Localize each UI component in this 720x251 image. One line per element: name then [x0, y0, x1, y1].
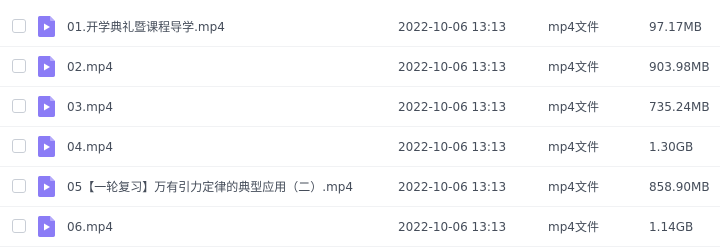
file-row[interactable]: 06.mp4 2022-10-06 13:13 mp4文件 1.14GB — [0, 207, 720, 247]
video-file-icon — [38, 16, 55, 37]
file-type: mp4文件 — [548, 180, 599, 194]
file-name[interactable]: 05【一轮复习】万有引力定律的典型应用（二）.mp4 — [67, 167, 387, 207]
video-file-icon — [38, 136, 55, 157]
file-size: 903.98MB — [649, 60, 710, 74]
file-type: mp4文件 — [548, 60, 599, 74]
file-modified-date: 2022-10-06 13:13 — [398, 140, 507, 154]
file-row[interactable]: 01.开学典礼暨课程导学.mp4 2022-10-06 13:13 mp4文件 … — [0, 7, 720, 47]
file-size: 97.17MB — [649, 20, 702, 34]
file-name[interactable]: 06.mp4 — [67, 207, 387, 247]
file-row[interactable]: 03.mp4 2022-10-06 13:13 mp4文件 735.24MB — [0, 87, 720, 127]
file-type: mp4文件 — [548, 220, 599, 234]
row-checkbox[interactable] — [12, 219, 26, 233]
video-file-icon — [38, 216, 55, 237]
file-size: 858.90MB — [649, 180, 710, 194]
row-checkbox[interactable] — [12, 179, 26, 193]
row-checkbox[interactable] — [12, 59, 26, 73]
file-row[interactable]: 05【一轮复习】万有引力定律的典型应用（二）.mp4 2022-10-06 13… — [0, 167, 720, 207]
file-size: 1.14GB — [649, 220, 694, 234]
video-file-icon — [38, 56, 55, 77]
file-size: 735.24MB — [649, 100, 710, 114]
file-row[interactable]: 04.mp4 2022-10-06 13:13 mp4文件 1.30GB — [0, 127, 720, 167]
file-name[interactable]: 01.开学典礼暨课程导学.mp4 — [67, 7, 387, 47]
file-modified-date: 2022-10-06 13:13 — [398, 180, 507, 194]
file-type: mp4文件 — [548, 20, 599, 34]
file-name[interactable]: 02.mp4 — [67, 47, 387, 87]
file-row[interactable]: 02.mp4 2022-10-06 13:13 mp4文件 903.98MB — [0, 47, 720, 87]
video-file-icon — [38, 96, 55, 117]
file-modified-date: 2022-10-06 13:13 — [398, 60, 507, 74]
file-list: 01.开学典礼暨课程导学.mp4 2022-10-06 13:13 mp4文件 … — [0, 0, 720, 251]
file-modified-date: 2022-10-06 13:13 — [398, 100, 507, 114]
file-modified-date: 2022-10-06 13:13 — [398, 20, 507, 34]
file-name[interactable]: 03.mp4 — [67, 87, 387, 127]
file-name[interactable]: 04.mp4 — [67, 127, 387, 167]
row-checkbox[interactable] — [12, 139, 26, 153]
row-checkbox[interactable] — [12, 19, 26, 33]
row-checkbox[interactable] — [12, 99, 26, 113]
file-type: mp4文件 — [548, 100, 599, 114]
file-size: 1.30GB — [649, 140, 694, 154]
file-type: mp4文件 — [548, 140, 599, 154]
video-file-icon — [38, 176, 55, 197]
file-modified-date: 2022-10-06 13:13 — [398, 220, 507, 234]
